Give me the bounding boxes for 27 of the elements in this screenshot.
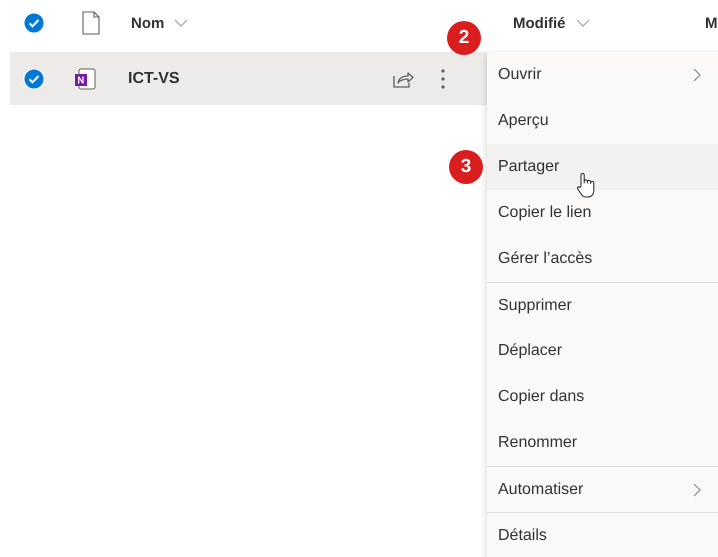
chevron-right-icon bbox=[693, 482, 701, 496]
step-badge: 3 bbox=[449, 150, 483, 184]
step-badge: 2 bbox=[447, 21, 481, 55]
checkbox-checked[interactable] bbox=[23, 12, 45, 34]
menu-item[interactable]: Supprimer bbox=[487, 282, 718, 328]
file-name[interactable]: ICT-VS bbox=[128, 70, 392, 88]
menu-item[interactable]: Aperçu bbox=[487, 98, 718, 144]
chevron-down-icon bbox=[576, 19, 590, 27]
file-icon bbox=[82, 11, 100, 35]
menu-item[interactable]: Automatiser bbox=[487, 466, 718, 512]
column-header[interactable]: M bbox=[705, 14, 718, 32]
chevron-down-icon bbox=[174, 19, 188, 27]
menu-item[interactable]: Copier le lien bbox=[487, 190, 718, 236]
checkbox-checked[interactable] bbox=[23, 68, 45, 90]
menu-item[interactable]: Déplacer bbox=[487, 328, 718, 374]
chevron-right-icon bbox=[693, 68, 701, 82]
column-header[interactable]: Nom bbox=[131, 14, 188, 32]
hand-cursor-icon bbox=[575, 172, 597, 198]
more-options-icon[interactable] bbox=[440, 68, 446, 90]
notebook-icon bbox=[73, 66, 97, 90]
column-header[interactable]: Modifié bbox=[513, 14, 590, 32]
menu-item[interactable]: Renommer bbox=[487, 420, 718, 466]
file-row[interactable]: ICT-VS bbox=[10, 52, 487, 105]
menu-item[interactable]: Ouvrir bbox=[487, 52, 718, 98]
menu-item[interactable]: Gérer l’accès bbox=[487, 236, 718, 282]
menu-item[interactable]: Copier dans bbox=[487, 374, 718, 420]
menu-item[interactable]: Détails bbox=[487, 512, 718, 557]
